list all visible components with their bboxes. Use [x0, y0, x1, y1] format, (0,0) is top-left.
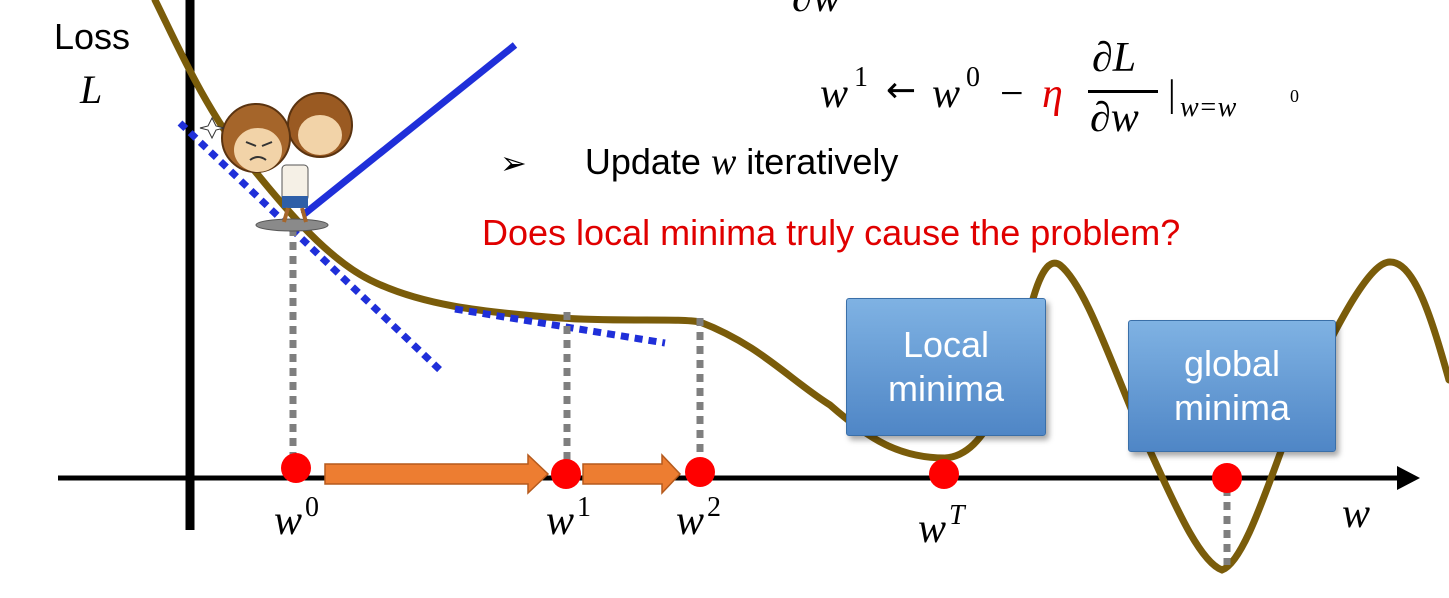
x-axis-arrowhead [1397, 466, 1420, 490]
step-arrow-2 [582, 453, 682, 495]
gradient-descent-diagram [58, 0, 1449, 574]
eq-eval-bar: | [1168, 73, 1176, 115]
eq-eval-subscript: w=w [1180, 92, 1237, 123]
x-axis-label: w [1342, 491, 1371, 537]
partial-derivative-fragment: ∂w [792, 0, 841, 22]
bullet-var: w [710, 141, 737, 183]
label-wT-sup: T [949, 500, 965, 531]
local-minima-line2: minima [887, 368, 1004, 409]
y-axis-symbol: L [80, 67, 103, 112]
label-w1: w1 [546, 492, 591, 545]
eq-eval-subscript-sup: 0 [1290, 86, 1299, 106]
y-axis-label: Loss [54, 16, 131, 57]
label-w0-sup: 0 [305, 492, 320, 523]
label-w1-sup: 1 [577, 492, 592, 523]
question-text: Does local minima truly cause the proble… [482, 212, 1181, 253]
eq-w0-sup: 0 [966, 62, 980, 93]
label-w2-base: w [676, 498, 705, 544]
bullet-text-before: Update [584, 141, 711, 182]
eq-arrow: ← [886, 70, 917, 111]
step-arrow-1 [324, 453, 550, 495]
label-w0-base: w [274, 498, 303, 544]
local-minima-box: Local minima [846, 298, 1046, 436]
local-minima-line1: Local [902, 324, 990, 365]
eq-frac-bar [1088, 90, 1158, 93]
eq-minus: − [1000, 71, 1024, 117]
point-w1 [551, 459, 581, 489]
point-w2 [685, 457, 715, 487]
global-minima-line2: minima [1173, 387, 1290, 428]
eq-w-lhs-sup: 1 [854, 62, 868, 93]
point-w0 [281, 453, 311, 483]
eq-w0: w [932, 71, 961, 117]
point-wT [929, 459, 959, 489]
eq-frac-numerator: ∂L [1092, 35, 1137, 81]
bullet-update-iteratively: ➢ Update w iteratively [500, 140, 898, 184]
global-minima-line1: global [1183, 343, 1281, 384]
eq-w-lhs: w [820, 71, 849, 117]
eq-eta: η [1042, 71, 1063, 117]
label-w2-sup: 2 [707, 492, 722, 523]
label-wT: wT [918, 500, 965, 553]
eq-frac-denominator: ∂w [1090, 95, 1139, 141]
label-wT-base: w [918, 506, 947, 552]
bullet-arrow-icon: ➢ [500, 144, 527, 182]
dotted-tangent-flat [454, 305, 666, 347]
dotted-tangent-steep [177, 120, 443, 373]
label-w2: w2 [676, 492, 721, 545]
label-w0: w0 [274, 492, 319, 545]
bullet-text-after: iteratively [736, 141, 899, 182]
point-global [1212, 463, 1242, 493]
label-w1-base: w [546, 498, 575, 544]
global-minima-box: global minima [1128, 320, 1336, 452]
